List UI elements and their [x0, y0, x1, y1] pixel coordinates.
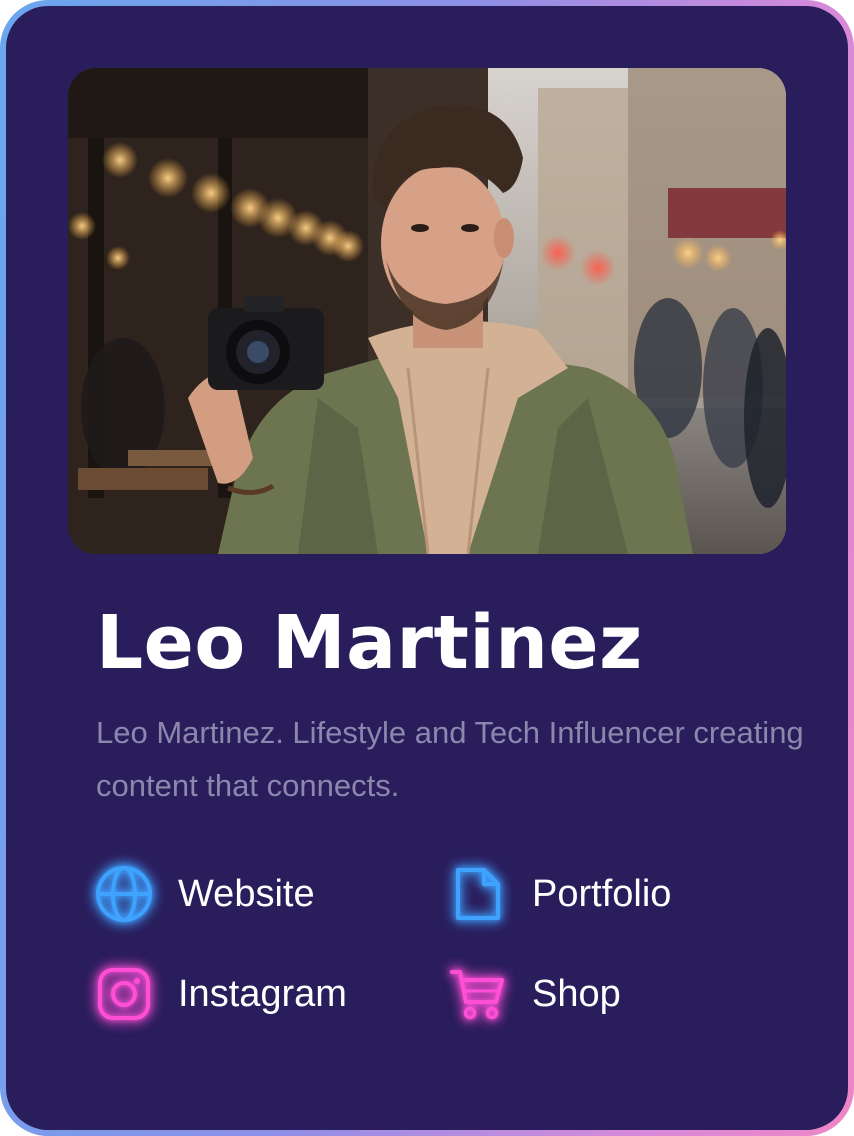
cart-icon — [448, 964, 508, 1024]
globe-icon — [94, 864, 154, 924]
profile-photo-illustration — [68, 68, 786, 554]
profile-card: Leo Martinez Leo Martinez. Lifestyle and… — [6, 6, 848, 1130]
profile-card-border: Leo Martinez Leo Martinez. Lifestyle and… — [0, 0, 854, 1136]
document-icon — [448, 864, 508, 924]
shop-link-label: Shop — [532, 972, 621, 1015]
profile-photo — [68, 68, 786, 554]
portfolio-link[interactable]: Portfolio — [448, 864, 774, 924]
instagram-link[interactable]: Instagram — [94, 964, 448, 1024]
portfolio-link-label: Portfolio — [532, 872, 672, 915]
profile-bio: Leo Martinez. Lifestyle and Tech Influen… — [96, 715, 804, 803]
shop-link[interactable]: Shop — [448, 964, 774, 1024]
instagram-link-label: Instagram — [178, 972, 347, 1015]
instagram-icon — [94, 964, 154, 1024]
links-grid: Website Portfolio Instagram Shop — [94, 864, 774, 1024]
website-link[interactable]: Website — [94, 864, 448, 924]
website-link-label: Website — [178, 872, 315, 915]
profile-name: Leo Martinez — [96, 600, 643, 686]
